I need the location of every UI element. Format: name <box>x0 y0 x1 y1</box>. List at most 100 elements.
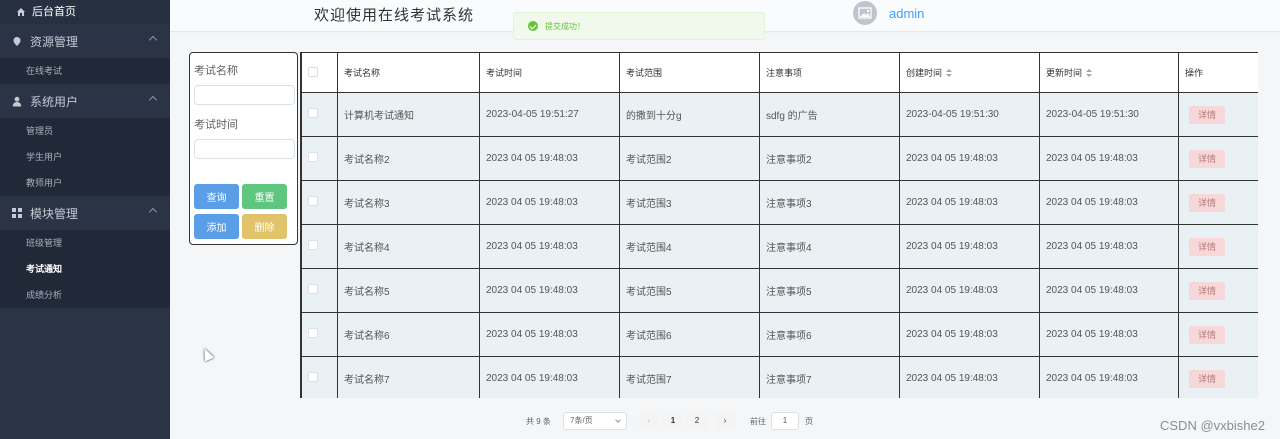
cell-scope: 的撒到十分g <box>619 92 760 137</box>
page-jump-input[interactable]: 1 <box>771 412 799 430</box>
avatar[interactable] <box>853 1 877 25</box>
location-icon <box>11 35 23 47</box>
sidebar-item[interactable]: 学生用户 <box>0 144 170 170</box>
sidebar-item[interactable]: 管理员 <box>0 118 170 144</box>
query-button[interactable]: 查询 <box>194 184 239 209</box>
watermark: CSDN @vxbishe2 <box>1160 418 1265 433</box>
row-checkbox[interactable] <box>308 108 318 118</box>
cell-time: 2023 04 05 19:48:03 <box>479 356 620 398</box>
prev-page-button[interactable]: ‹ <box>639 412 659 430</box>
delete-button[interactable]: 删除 <box>242 214 287 239</box>
sidebar-groups: 资源管理在线考试 系统用户 管理员 学生用户 教师用户模块管理班级管理 考试通知 成绩分析 <box>0 24 170 308</box>
row-select-cell <box>301 268 338 313</box>
detail-button[interactable]: 详情 <box>1189 149 1225 168</box>
sidebar-group-label: 模块管理 <box>30 206 79 221</box>
table-row: 考试名称7 2023 04 05 19:48:03 考试范围7 注意事项7 2023 0… <box>301 356 1258 398</box>
col-header-scope: 考试范围 <box>619 52 760 93</box>
cell-name: 考试名称4 <box>337 224 480 269</box>
sidebar-group-label: 资源管理 <box>30 34 79 49</box>
username[interactable]: admin <box>889 6 924 21</box>
cell-updated: 2023 04 05 19:48:03 <box>1039 136 1179 181</box>
page-button-1[interactable]: 1 <box>663 412 683 430</box>
cell-notes: 注意事项7 <box>759 356 900 398</box>
sidebar-item[interactable]: 成绩分析 <box>0 282 170 308</box>
detail-button[interactable]: 详情 <box>1189 237 1225 256</box>
cell-created: 2023 04 05 19:48:03 <box>899 180 1040 225</box>
row-select-cell <box>301 312 338 357</box>
table-row: 考试名称2 2023 04 05 19:48:03 考试范围2 注意事项2 2023 0… <box>301 136 1258 181</box>
row-checkbox[interactable] <box>308 240 318 250</box>
cell-notes: 注意事项4 <box>759 224 900 269</box>
table-row: 考试名称3 2023 04 05 19:48:03 考试范围3 注意事项3 2023 0… <box>301 180 1258 225</box>
row-checkbox[interactable] <box>308 372 318 382</box>
detail-button[interactable]: 详情 <box>1189 369 1225 388</box>
table-row: 考试名称5 2023 04 05 19:48:03 考试范围5 注意事项5 2023 0… <box>301 268 1258 313</box>
cell-created: 2023 04 05 19:48:03 <box>899 136 1040 181</box>
sidebar: 后台首页 资源管理在线考试 系统用户 管理员 学生用户 教师用户模块管理班级管理 考试通知… <box>0 0 170 439</box>
cell-time: 2023 04 05 19:48:03 <box>479 312 620 357</box>
table-row: 考试名称4 2023 04 05 19:48:03 考试范围4 注意事项4 2023 0… <box>301 224 1258 269</box>
select-all-checkbox[interactable] <box>308 66 318 77</box>
sidebar-item[interactable]: 考试通知 <box>0 256 170 282</box>
exam-time-input[interactable] <box>194 139 295 159</box>
cell-actions: 详情 <box>1178 356 1258 398</box>
detail-button[interactable]: 详情 <box>1189 193 1225 212</box>
page-size-select[interactable]: 7条/页 <box>563 412 627 430</box>
main-content: 考试名称 考试时间 查询 重置 添加 删除 考试名称 考试时间 考试范围 注意事… <box>170 33 1280 439</box>
table-body: 计算机考试通知 2023-04-05 19:51:27 的撒到十分g sdfg 的广告… <box>301 92 1258 398</box>
sidebar-group[interactable]: 系统用户 <box>0 84 170 118</box>
cell-actions: 详情 <box>1178 268 1258 313</box>
add-button[interactable]: 添加 <box>194 214 239 239</box>
pagination-total: 共 9 条 <box>526 417 551 426</box>
detail-button[interactable]: 详情 <box>1189 105 1225 124</box>
col-header-updated[interactable]: 更新时间 <box>1039 52 1179 93</box>
page-size-value: 7条/页 <box>570 416 593 425</box>
grid-icon <box>11 207 23 219</box>
col-header-created[interactable]: 创建时间 <box>899 52 1040 93</box>
success-toast: 提交成功！ <box>513 12 765 40</box>
row-checkbox[interactable] <box>308 284 318 294</box>
cell-name: 考试名称5 <box>337 268 480 313</box>
image-icon <box>858 7 872 19</box>
sidebar-group[interactable]: 资源管理 <box>0 24 170 58</box>
chevron-down-icon <box>615 417 621 423</box>
sidebar-item[interactable]: 在线考试 <box>0 58 170 84</box>
exam-name-label: 考试名称 <box>194 65 238 77</box>
sidebar-item[interactable]: 教师用户 <box>0 170 170 196</box>
cell-scope: 考试范围2 <box>619 136 760 181</box>
sort-icon[interactable] <box>1086 69 1093 78</box>
sidebar-home[interactable]: 后台首页 <box>0 0 170 24</box>
home-icon <box>17 8 25 16</box>
toast-message: 提交成功！ <box>545 21 585 31</box>
cell-actions: 详情 <box>1178 312 1258 357</box>
cell-notes: 注意事项3 <box>759 180 900 225</box>
detail-button[interactable]: 详情 <box>1189 325 1225 344</box>
detail-button[interactable]: 详情 <box>1189 281 1225 300</box>
row-checkbox[interactable] <box>308 152 318 162</box>
exam-name-input[interactable] <box>194 85 295 105</box>
sort-icon[interactable] <box>946 69 953 78</box>
cell-scope: 考试范围5 <box>619 268 760 313</box>
cell-notes: sdfg 的广告 <box>759 92 900 137</box>
row-checkbox[interactable] <box>308 328 318 338</box>
cell-created: 2023-04-05 19:51:30 <box>899 92 1040 137</box>
row-select-cell <box>301 180 338 225</box>
cell-notes: 注意事项2 <box>759 136 900 181</box>
cell-created: 2023 04 05 19:48:03 <box>899 268 1040 313</box>
sidebar-item[interactable]: 班级管理 <box>0 230 170 256</box>
sidebar-submenu: 在线考试 <box>0 58 170 84</box>
cell-scope: 考试范围6 <box>619 312 760 357</box>
table-row: 考试名称6 2023 04 05 19:48:03 考试范围6 注意事项6 2023 0… <box>301 312 1258 357</box>
row-checkbox[interactable] <box>308 196 318 206</box>
page-unit-label: 页 <box>805 417 813 426</box>
reset-button[interactable]: 重置 <box>242 184 287 209</box>
cell-name: 考试名称3 <box>337 180 480 225</box>
cell-notes: 注意事项6 <box>759 312 900 357</box>
page-button-2[interactable]: 2 <box>687 412 707 430</box>
next-page-button[interactable]: › <box>715 412 735 430</box>
col-header-updated-label: 更新时间 <box>1046 68 1083 78</box>
goto-label: 前往 <box>750 417 766 426</box>
sidebar-group[interactable]: 模块管理 <box>0 196 170 230</box>
cell-notes: 注意事项5 <box>759 268 900 313</box>
col-header-created-label: 创建时间 <box>906 68 943 78</box>
